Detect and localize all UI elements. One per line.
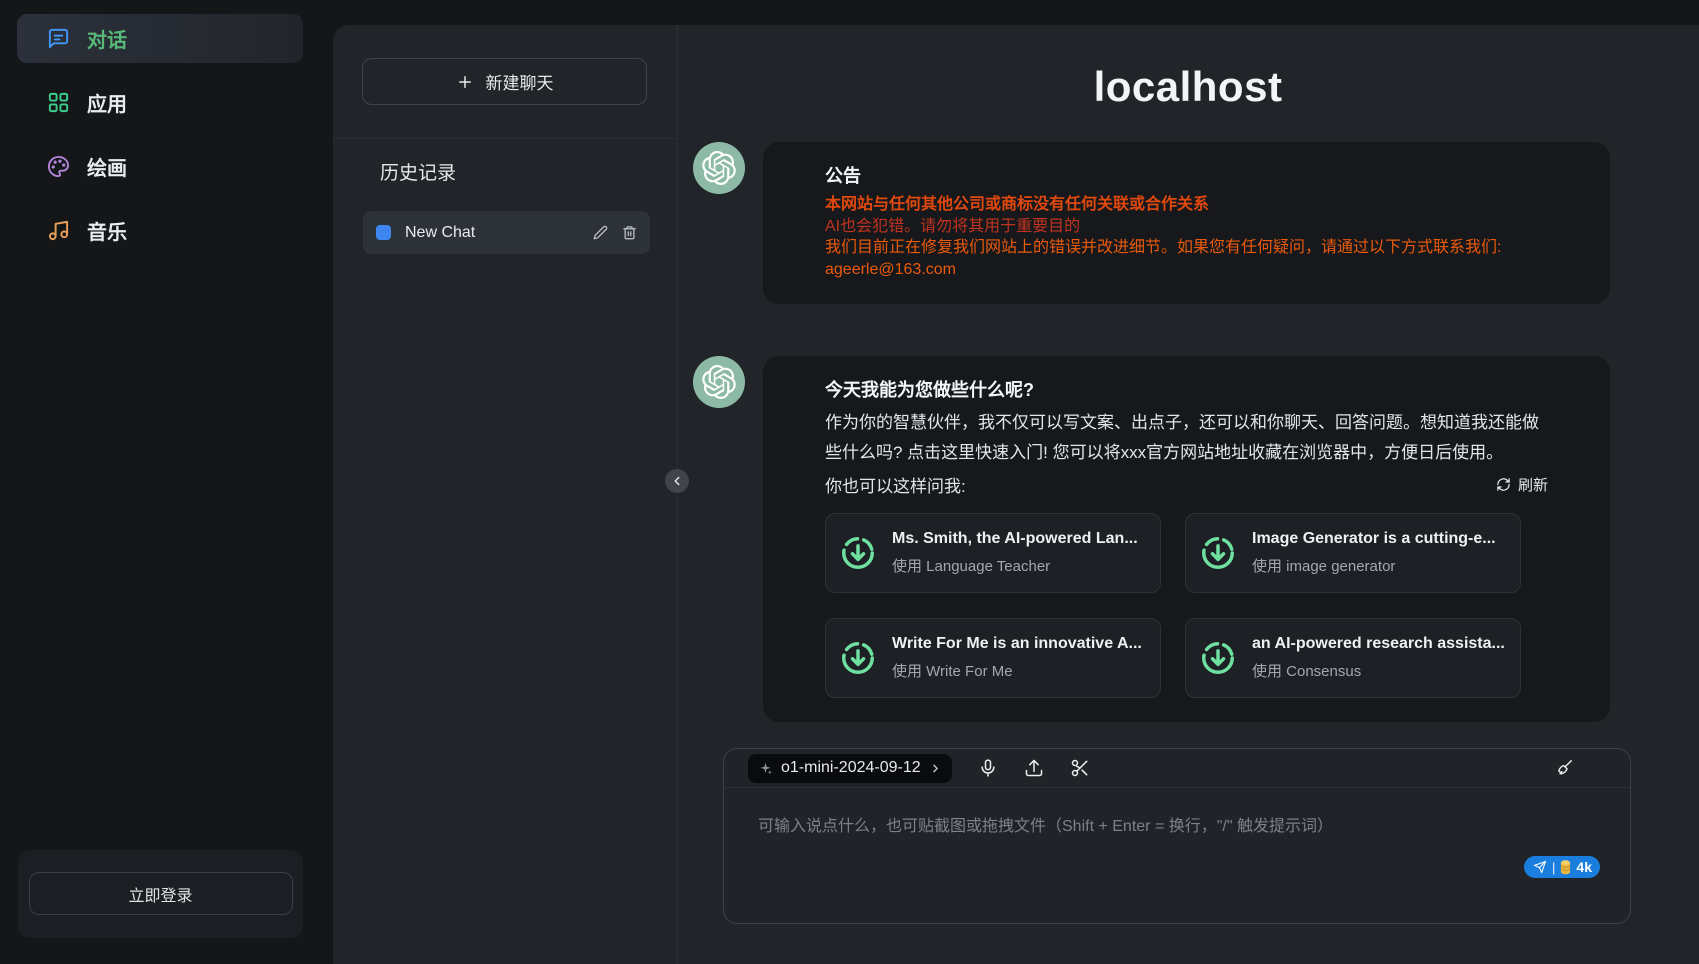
- sidebar-item-label: 绘画: [87, 152, 127, 181]
- new-chat-label: 新建聊天: [486, 69, 554, 94]
- suggestion-card[interactable]: Write For Me is an innovative A... 使用 Wr…: [825, 618, 1161, 698]
- suggestion-card[interactable]: Image Generator is a cutting-e... 使用 ima…: [1185, 513, 1521, 593]
- microphone-button[interactable]: [978, 758, 998, 778]
- session-actions: [593, 225, 637, 240]
- suggestion-title: Write For Me is an innovative A...: [892, 635, 1142, 653]
- announcement-bubble: 公告 本网站与任何其他公司或商标没有任何关联或合作关系 AI也会犯错。请勿将其用…: [763, 142, 1610, 304]
- collapse-sidebar-button[interactable]: [665, 469, 689, 493]
- ask-hint: 你也可以这样问我:: [825, 472, 966, 497]
- welcome-heading: 今天我能为您做些什么呢?: [825, 376, 1548, 402]
- suggestion-title: Ms. Smith, the AI-powered Lan...: [892, 530, 1138, 548]
- suggestion-subtitle: 使用 Consensus: [1252, 660, 1505, 681]
- delete-trash-icon[interactable]: [622, 225, 637, 240]
- welcome-bubble: 今天我能为您做些什么呢? 作为你的智慧伙伴，我不仅可以写文案、出点子，还可以和你…: [763, 356, 1610, 722]
- model-name: o1-mini-2024-09-12: [781, 759, 921, 777]
- download-circle-icon: [839, 639, 877, 677]
- sidebar: 对话 应用 绘画 音乐 立即登录: [0, 0, 320, 964]
- send-divider: |: [1552, 860, 1555, 875]
- assistant-avatar: [693, 356, 745, 408]
- openai-logo-icon: [702, 365, 736, 399]
- welcome-body: 作为你的智慧伙伴，我不仅可以写文案、出点子，还可以和你聊天、回答问题。想知道我还…: [825, 408, 1548, 468]
- sidebar-item-label: 应用: [87, 88, 127, 117]
- download-circle-icon: [839, 534, 877, 572]
- refresh-button[interactable]: 刷新: [1496, 474, 1548, 495]
- upload-button[interactable]: [1024, 758, 1044, 778]
- refresh-icon: [1496, 477, 1511, 492]
- login-button[interactable]: 立即登录: [29, 872, 293, 915]
- announcement-heading: 公告: [825, 162, 1548, 188]
- composer: o1-mini-2024-09-12: [723, 748, 1631, 924]
- plus-icon: [456, 73, 474, 91]
- workspace: 新建聊天 历史记录 New Chat localhost: [333, 25, 1699, 964]
- chevron-left-icon: [670, 474, 684, 488]
- announcement-line-3: 我们目前正在修复我们网站上的错误并改进细节。如果您有任何疑问，请通过以下方式联系…: [825, 237, 1548, 259]
- main-chat-area: localhost 公告 本网站与任何其他公司或商标没有任何关联或合作关系 AI…: [677, 25, 1699, 964]
- session-avatar-square: [376, 225, 391, 240]
- coin-stack-icon: [1560, 859, 1571, 876]
- suggestion-subtitle: 使用 Language Teacher: [892, 555, 1138, 576]
- session-item[interactable]: New Chat: [363, 211, 650, 254]
- suggestion-subtitle: 使用 image generator: [1252, 555, 1496, 576]
- scissors-icon: [1070, 758, 1090, 778]
- contact-email-link[interactable]: ageerle@163.com: [825, 259, 956, 281]
- download-circle-icon: [1199, 534, 1237, 572]
- suggestion-title: an AI-powered research assista...: [1252, 635, 1505, 653]
- page-title: localhost: [677, 63, 1699, 111]
- sidebar-item-apps[interactable]: 应用: [17, 78, 303, 127]
- screenshot-button[interactable]: [1070, 758, 1090, 778]
- announcement-line-2: AI也会犯错。请勿将其用于重要目的: [825, 216, 1548, 238]
- chat-bubble-icon: [47, 27, 70, 50]
- chat-list-divider: [333, 138, 677, 139]
- sidebar-item-chat[interactable]: 对话: [17, 14, 303, 63]
- announcement-message: 公告 本网站与任何其他公司或商标没有任何关联或合作关系 AI也会犯错。请勿将其用…: [693, 142, 1610, 304]
- sidebar-nav: 对话 应用 绘画 音乐: [0, 0, 320, 255]
- send-plane-icon: [1533, 860, 1547, 874]
- message-list: 公告 本网站与任何其他公司或商标没有任何关联或合作关系 AI也会犯错。请勿将其用…: [693, 142, 1610, 722]
- assistant-avatar: [693, 142, 745, 194]
- microphone-icon: [978, 758, 998, 778]
- message-input[interactable]: [724, 788, 1630, 848]
- suggestion-subtitle: 使用 Write For Me: [892, 660, 1142, 681]
- refresh-label: 刷新: [1518, 474, 1548, 495]
- sidebar-item-label: 对话: [87, 24, 127, 53]
- session-title: New Chat: [405, 224, 475, 242]
- send-button[interactable]: | 4k: [1524, 856, 1600, 878]
- download-circle-icon: [1199, 639, 1237, 677]
- chat-list-panel: 新建聊天 历史记录 New Chat: [333, 25, 677, 964]
- sidebar-item-draw[interactable]: 绘画: [17, 142, 303, 191]
- palette-icon: [47, 155, 70, 178]
- broom-icon: [1554, 758, 1574, 778]
- welcome-message: 今天我能为您做些什么呢? 作为你的智慧伙伴，我不仅可以写文案、出点子，还可以和你…: [693, 356, 1610, 722]
- grid-icon: [47, 91, 70, 114]
- suggestion-card[interactable]: an AI-powered research assista... 使用 Con…: [1185, 618, 1521, 698]
- openai-logo-icon: [702, 151, 736, 185]
- clear-context-button[interactable]: [1554, 758, 1574, 778]
- upload-icon: [1024, 758, 1044, 778]
- login-card: 立即登录: [18, 850, 303, 938]
- sidebar-item-music[interactable]: 音乐: [17, 206, 303, 255]
- suggestion-card[interactable]: Ms. Smith, the AI-powered Lan... 使用 Lang…: [825, 513, 1161, 593]
- new-chat-button[interactable]: 新建聊天: [362, 58, 647, 105]
- suggestion-grid: Ms. Smith, the AI-powered Lan... 使用 Lang…: [825, 513, 1548, 698]
- history-title: 历史记录: [380, 158, 456, 185]
- model-selector[interactable]: o1-mini-2024-09-12: [748, 754, 952, 783]
- token-badge: 4k: [1576, 859, 1592, 875]
- announcement-line-1: 本网站与任何其他公司或商标没有任何关联或合作关系: [825, 194, 1548, 216]
- sparkle-icon: [758, 761, 773, 776]
- music-note-icon: [47, 219, 70, 242]
- suggestion-title: Image Generator is a cutting-e...: [1252, 530, 1496, 548]
- sidebar-item-label: 音乐: [87, 216, 127, 245]
- chevron-right-icon: [929, 762, 942, 775]
- composer-toolbar: o1-mini-2024-09-12: [724, 749, 1630, 788]
- edit-pencil-icon[interactable]: [593, 225, 608, 240]
